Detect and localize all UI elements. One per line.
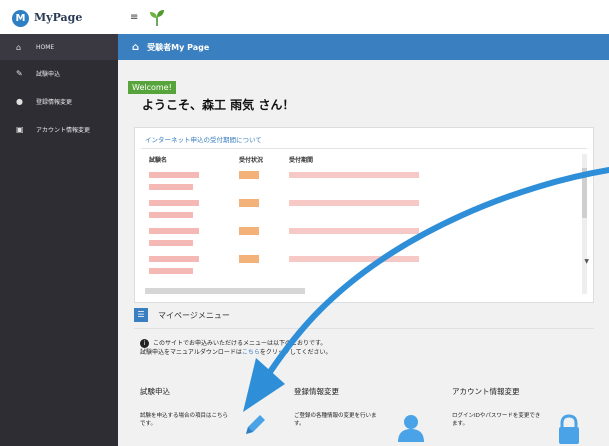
lock-icon[interactable]	[556, 414, 582, 444]
sidebar-item-label: HOME	[36, 43, 55, 51]
page-title: 受験者My Page	[147, 42, 210, 52]
sidebar-item-account-change[interactable]: ▣ アカウント情報変更	[0, 116, 118, 142]
menu-section-title: マイページメニュー	[158, 310, 230, 320]
column-header: 受付状況	[239, 157, 264, 164]
user-icon: ●	[16, 96, 23, 106]
sidebar-item-label: 試験申込	[36, 70, 61, 78]
top-bar: M MyPage ≡	[0, 0, 609, 34]
scrollbar-thumb[interactable]	[582, 168, 587, 218]
table-row[interactable]	[149, 255, 569, 266]
news-panel: インターネット申込の受付期間について 試験名 受付状況 受付期間 ▼	[134, 127, 594, 303]
column-header: 受付期間	[289, 157, 314, 164]
table-row[interactable]	[149, 268, 569, 278]
panel-footnote	[145, 288, 305, 294]
sidebar-item-home[interactable]: ⌂ HOME	[0, 34, 118, 60]
table-row[interactable]	[149, 199, 569, 210]
list-icon: ☰	[134, 308, 148, 322]
notice-line: をクリックしてください。	[259, 349, 332, 356]
user-icon[interactable]	[396, 412, 426, 442]
table-row[interactable]	[149, 212, 569, 222]
card-title-registration-change[interactable]: 登録情報変更	[294, 386, 339, 397]
welcome-badge: Welcome!	[128, 81, 176, 94]
pencil-icon: ✎	[16, 68, 23, 78]
news-panel-title: インターネット申込の受付期間について	[145, 136, 262, 144]
sidebar: ⌂ HOME ✎ 試験申込 ● 登録情報変更 ▣ アカウント情報変更	[0, 34, 118, 446]
table-row[interactable]	[149, 240, 569, 250]
divider	[141, 148, 587, 149]
info-icon: i	[140, 339, 149, 348]
card-desc: ログインIDやパスワードを変更できます。	[452, 413, 541, 427]
home-icon: ⌂	[16, 42, 22, 52]
card-desc: 試験を申込する場合の項目はこちらです。	[140, 413, 229, 427]
manual-download-link[interactable]: こちら	[242, 349, 260, 356]
sidebar-item-exam-application[interactable]: ✎ 試験申込	[0, 60, 118, 86]
menu-notice: i このサイトでお申込みいただけるメニューは以下のとおりです。 試験申込をマニュア…	[140, 339, 580, 357]
table-row[interactable]	[149, 184, 569, 194]
notice-line: 試験申込をマニュアルダウンロードは	[140, 349, 242, 356]
pencil-icon[interactable]	[242, 412, 268, 438]
card-title-exam-application[interactable]: 試験申込	[140, 386, 170, 397]
logo-icon: M	[12, 10, 29, 27]
table-row[interactable]	[149, 227, 569, 238]
sidebar-item-label: アカウント情報変更	[36, 126, 91, 134]
divider	[134, 328, 594, 329]
scroll-down-icon[interactable]: ▼	[584, 258, 589, 265]
welcome-greeting: ようこそ、森工 雨気 さん！	[142, 98, 295, 112]
sidebar-item-registration-change[interactable]: ● 登録情報変更	[0, 88, 118, 114]
column-header: 試験名	[149, 157, 168, 164]
sidebar-item-label: 登録情報変更	[36, 98, 73, 106]
sprout-icon	[150, 10, 164, 26]
home-icon: ⌂	[132, 41, 140, 53]
menu-section-header: ☰ マイページメニュー	[134, 308, 230, 322]
table-row[interactable]	[149, 171, 569, 182]
card-title-account-change[interactable]: アカウント情報変更	[452, 386, 520, 397]
menu-toggle-icon[interactable]: ≡	[130, 12, 138, 23]
notice-line: このサイトでお申込みいただけるメニューは以下のとおりです。	[153, 340, 327, 347]
card-desc: ご登録の各種情報の変更を行います。	[294, 413, 377, 427]
app-title[interactable]: MyPage	[34, 11, 82, 24]
lock-icon: ▣	[16, 124, 24, 134]
page-header: ⌂ 受験者My Page	[118, 34, 609, 60]
main-content: ⌂ 受験者My Page Welcome! ようこそ、森工 雨気 さん！ インタ…	[118, 34, 609, 446]
